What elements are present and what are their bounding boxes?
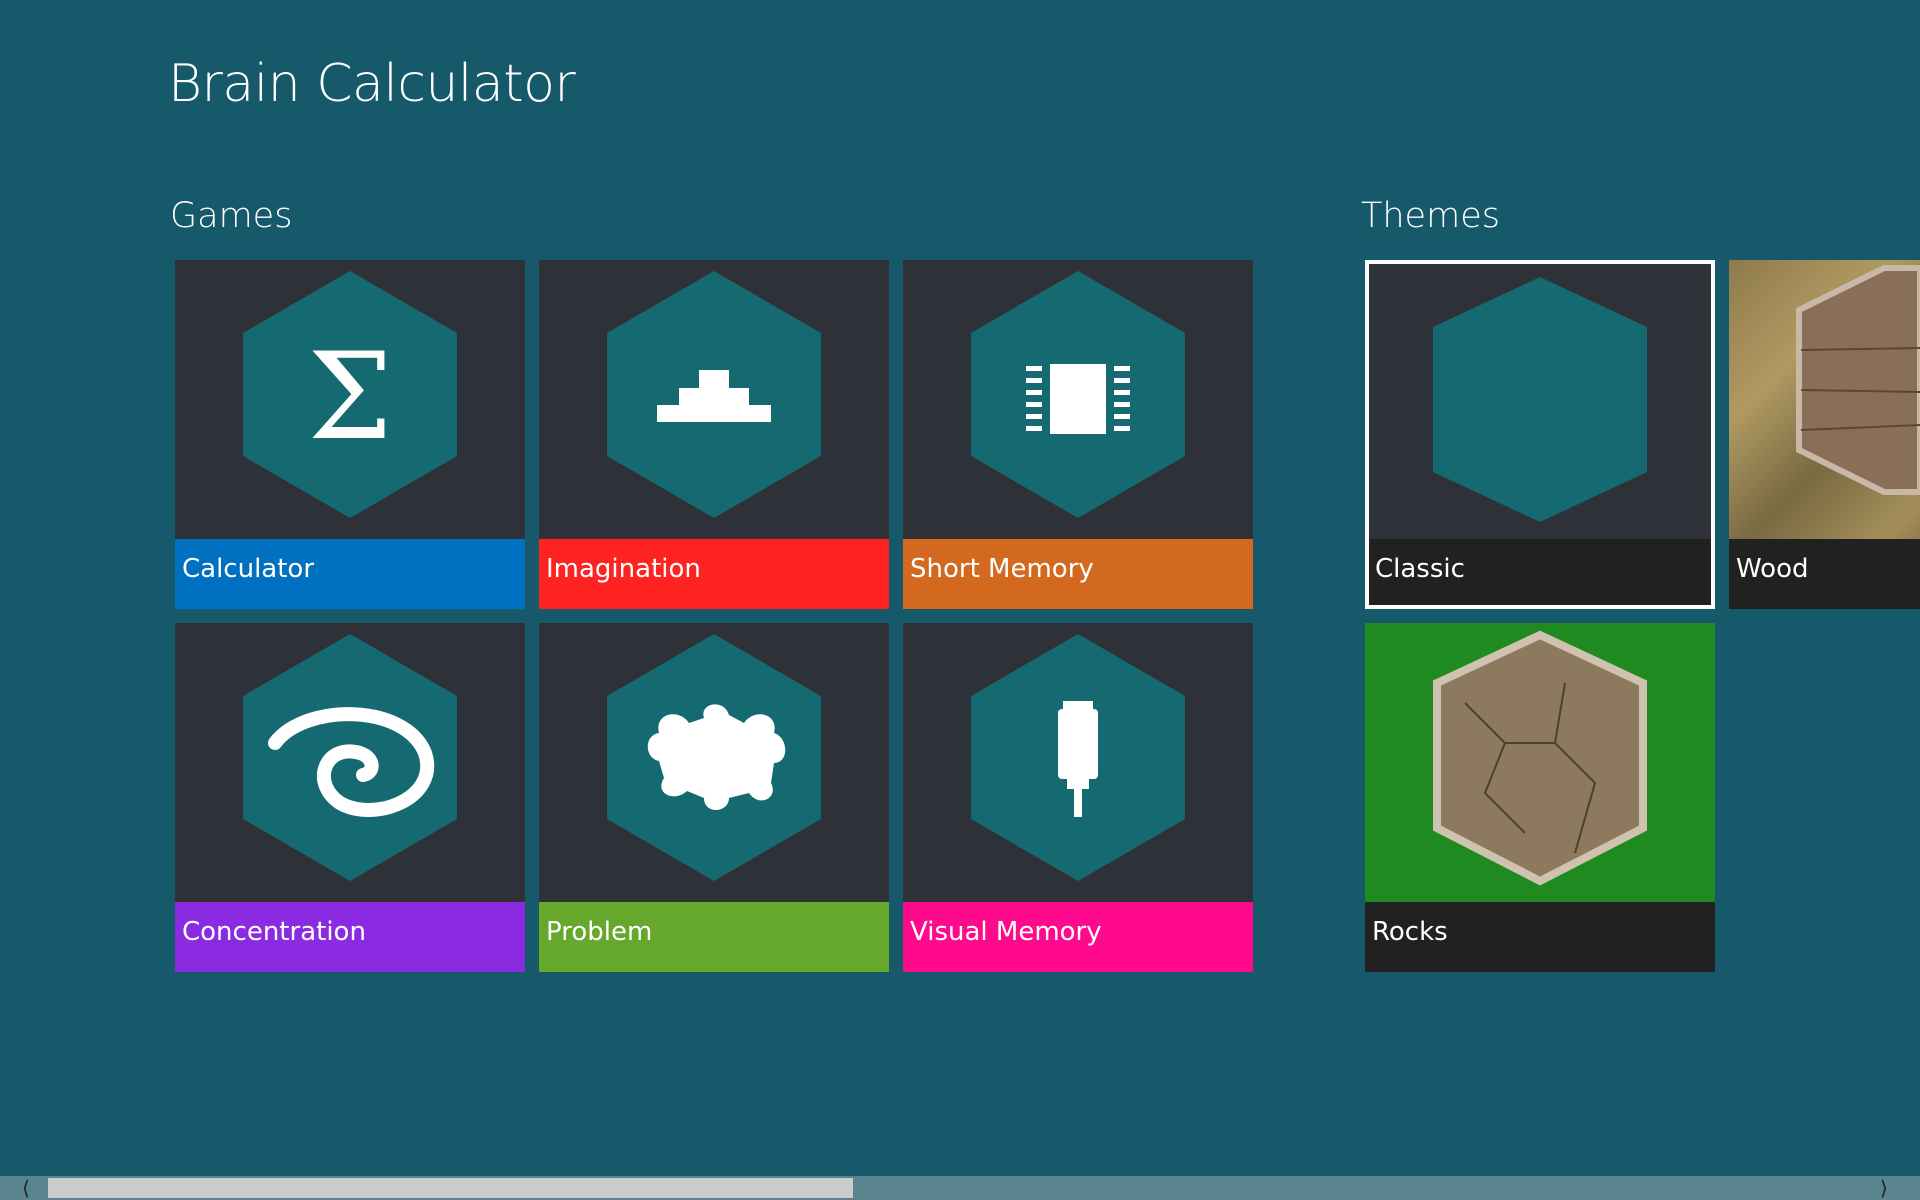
game-label: Imagination <box>539 539 889 609</box>
scroll-left-icon[interactable]: ⟨ <box>22 1176 30 1200</box>
theme-label: Wood <box>1729 539 1920 609</box>
theme-tile-wood[interactable]: Wood <box>1729 260 1920 609</box>
spiral-icon <box>175 623 525 902</box>
themes-heading: Themes <box>1361 196 1500 236</box>
game-tile-concentration[interactable]: Concentration <box>175 623 525 972</box>
game-label: Short Memory <box>903 539 1253 609</box>
game-tile-problem[interactable]: Problem <box>539 623 889 972</box>
game-label: Problem <box>539 902 889 972</box>
game-label: Concentration <box>175 902 525 972</box>
game-label: Visual Memory <box>903 902 1253 972</box>
sigma-glyph: Σ <box>308 328 393 467</box>
scrollbar-thumb[interactable] <box>48 1178 853 1198</box>
theme-tile-classic[interactable]: Classic <box>1365 260 1715 609</box>
game-tile-visual-memory[interactable]: Visual Memory <box>903 623 1253 972</box>
game-label: Calculator <box>175 539 525 609</box>
puzzle-icon <box>539 623 889 902</box>
app-title: Brain Calculator <box>168 54 575 114</box>
rock-hexagon-icon <box>1365 623 1715 902</box>
horizontal-scrollbar[interactable]: ⟨ ⟩ <box>0 1176 1920 1200</box>
theme-tile-rocks[interactable]: Rocks <box>1365 623 1715 972</box>
theme-label: Classic <box>1369 539 1711 605</box>
game-tile-imagination[interactable]: Imagination <box>539 260 889 609</box>
game-tile-short-memory[interactable]: Short Memory <box>903 260 1253 609</box>
hexagon-icon <box>1365 260 1715 539</box>
steps-icon <box>539 260 889 539</box>
plug-icon <box>903 623 1253 902</box>
wood-hexagon-icon <box>1729 260 1920 539</box>
games-heading: Games <box>170 196 292 236</box>
theme-label: Rocks <box>1365 902 1715 972</box>
scroll-right-icon[interactable]: ⟩ <box>1880 1176 1888 1200</box>
game-tile-calculator[interactable]: Σ Calculator <box>175 260 525 609</box>
sigma-icon: Σ <box>175 260 525 539</box>
chip-icon <box>903 260 1253 539</box>
